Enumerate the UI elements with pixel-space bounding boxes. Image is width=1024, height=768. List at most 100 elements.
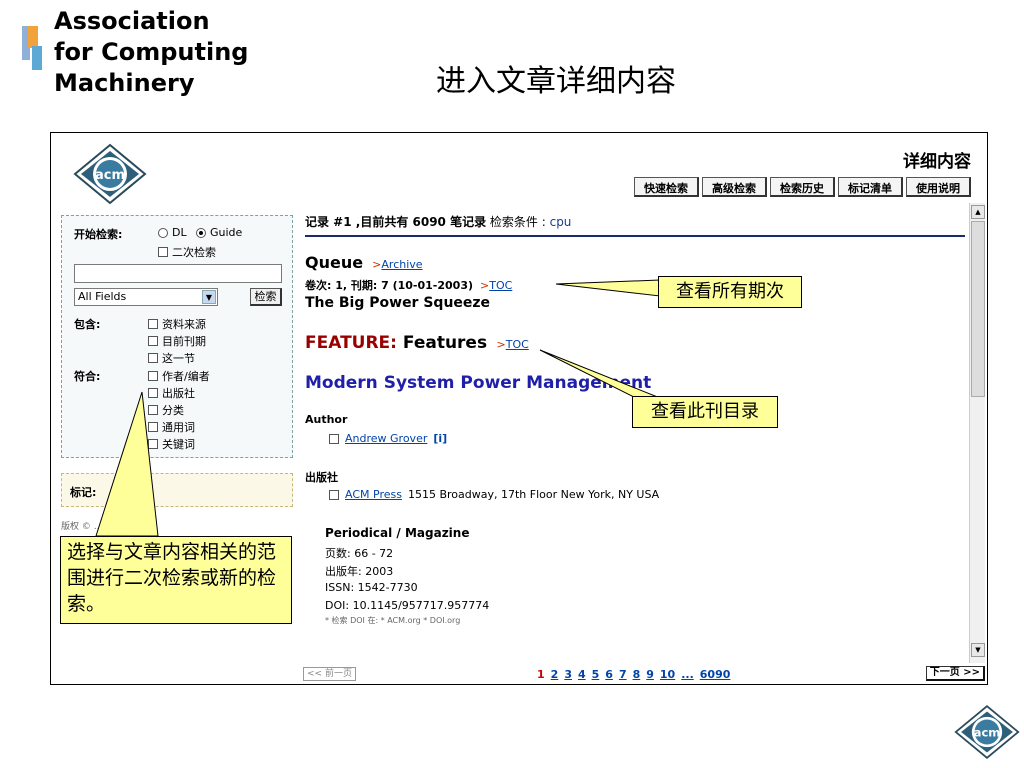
issue-toc-link[interactable]: TOC: [489, 279, 512, 292]
feature-label: FEATURE:: [305, 333, 397, 353]
doi: DOI: 10.1145/957717.957774: [325, 599, 490, 612]
org-name-line-3: Machinery: [54, 69, 195, 97]
next-page-button[interactable]: 下一页 >>: [925, 666, 985, 681]
article-heading: Modern System Power Management: [305, 373, 652, 393]
callout-refine-search: 选择与文章内容相关的范围进行二次检索或新的检索。: [60, 536, 292, 624]
search-button[interactable]: 检索: [250, 288, 282, 306]
scope-guide-radio[interactable]: Guide: [196, 226, 242, 239]
nav-search-history-button[interactable]: 检索历史: [770, 177, 835, 197]
acm-logo-footer: acm: [954, 704, 1020, 760]
issn: ISSN: 1542-7730: [325, 581, 418, 594]
page-link[interactable]: ...: [681, 668, 694, 681]
app-header: acm 详细内容 快速检索 高级检索 检索历史 标记清单 使用说明: [51, 133, 987, 205]
page-link[interactable]: 4: [578, 668, 586, 681]
doi-links[interactable]: * 检索 DOI 在: * ACM.org * DOI.org: [325, 615, 460, 626]
match-label: 符合:: [74, 370, 101, 383]
issue-info: 卷次: 1, 刊期: 7 (10-01-2003): [305, 279, 474, 292]
page-link[interactable]: 6: [605, 668, 613, 681]
search-input[interactable]: [74, 264, 282, 283]
publication-title[interactable]: Queue: [305, 253, 363, 272]
secondary-search-checkbox[interactable]: 二次检索: [158, 244, 216, 260]
record-count: 记录 #1 ,目前共有 6090 笔记录: [305, 215, 487, 229]
chevron-down-icon[interactable]: ▼: [202, 290, 216, 304]
record-summary: 记录 #1 ,目前共有 6090 笔记录 检索条件 : cpu: [305, 213, 571, 230]
nav-marked-list-button[interactable]: 标记清单: [838, 177, 903, 197]
scroll-down-icon[interactable]: ▼: [971, 643, 985, 657]
match-publisher-checkbox[interactable]: 出版社: [148, 385, 195, 401]
author-row: Andrew Grover [i]: [329, 432, 447, 445]
pager: << 前一页 1 2 3 4 5 6 7 8 9 10 ... 6090 下一页…: [299, 663, 987, 683]
feature-line: FEATURE: Features >TOC: [305, 333, 529, 353]
publication-type: Periodical / Magazine: [325, 526, 470, 540]
page-link[interactable]: 10: [660, 668, 675, 681]
field-select[interactable]: All Fields ▼: [74, 288, 218, 306]
match-keywords-checkbox[interactable]: 关键词: [148, 436, 195, 452]
copyright-footer: 版权 © ... Group.: [61, 522, 136, 532]
content-scrollbar[interactable]: ▲ ▼: [969, 203, 985, 663]
page-range: 页数: 66 - 72: [325, 547, 394, 560]
acm-logo[interactable]: acm: [73, 143, 147, 205]
include-source-checkbox[interactable]: 资料来源: [148, 316, 206, 332]
nav-bar: 快速检索 高级检索 检索历史 标记清单 使用说明: [634, 177, 971, 197]
page-link-last[interactable]: 6090: [700, 668, 731, 681]
slide-title: 进入文章详细内容: [436, 64, 676, 99]
include-current-issue-checkbox[interactable]: 目前刊期: [148, 333, 206, 349]
author-checkbox[interactable]: [329, 433, 339, 444]
feature-toc-link[interactable]: TOC: [506, 338, 529, 351]
publisher-label: 出版社: [305, 471, 338, 484]
search-box: 开始检索: DL Guide 二次检索 All Fields ▼ 检索 包含: …: [61, 215, 293, 458]
nav-quick-search-button[interactable]: 快速检索: [634, 177, 699, 197]
archive-link[interactable]: Archive: [381, 258, 422, 271]
scope-dl-radio[interactable]: DL: [158, 226, 187, 239]
page-link-current[interactable]: 1: [537, 668, 545, 681]
search-condition-label: 检索条件 :: [489, 215, 550, 229]
scroll-thumb[interactable]: [971, 221, 985, 397]
author-link[interactable]: Andrew Grover: [345, 432, 427, 445]
org-logo-bars: [22, 26, 42, 72]
scroll-up-icon[interactable]: ▲: [971, 205, 985, 219]
match-author-checkbox[interactable]: 作者/编者: [148, 368, 210, 384]
match-category-checkbox[interactable]: 分类: [148, 402, 184, 418]
nav-help-button[interactable]: 使用说明: [906, 177, 971, 197]
issue-line: 卷次: 1, 刊期: 7 (10-01-2003) >TOC: [305, 279, 513, 292]
callout-all-issues: 查看所有期次: [658, 276, 802, 308]
article-title: The Big Power Squeeze: [305, 295, 491, 311]
page-link[interactable]: 7: [619, 668, 627, 681]
page-heading: 详细内容: [903, 152, 971, 172]
publisher-checkbox[interactable]: [329, 489, 339, 500]
start-search-label: 开始检索:: [74, 228, 123, 241]
include-label: 包含:: [74, 318, 101, 331]
publisher-row: ACM Press 1515 Broadway, 17th Floor New …: [329, 488, 659, 501]
svg-text:acm: acm: [95, 168, 125, 183]
publication-year: 出版年: 2003: [325, 565, 394, 578]
mark-label: 标记:: [70, 486, 97, 499]
page-link[interactable]: 2: [551, 668, 559, 681]
divider: [305, 235, 965, 237]
page-links: 1 2 3 4 5 6 7 8 9 10 ... 6090: [537, 668, 730, 681]
match-general-terms-checkbox[interactable]: 通用词: [148, 419, 195, 435]
page-link[interactable]: 8: [633, 668, 641, 681]
radio-selected-icon[interactable]: [196, 227, 206, 238]
svg-text:acm: acm: [974, 725, 1001, 739]
publisher-address: 1515 Broadway, 17th Floor New York, NY U…: [407, 488, 660, 501]
prev-page-button[interactable]: << 前一页: [303, 667, 356, 681]
search-condition-value: cpu: [549, 215, 572, 229]
mark-box: 标记:: [61, 473, 293, 507]
publisher-link[interactable]: ACM Press: [345, 488, 402, 501]
org-name-line-2: for Computing: [54, 38, 249, 66]
nav-advanced-search-button[interactable]: 高级检索: [702, 177, 767, 197]
org-name: Association for Computing Machinery: [54, 6, 248, 99]
include-section-checkbox[interactable]: 这一节: [148, 350, 195, 366]
author-label: Author: [305, 413, 348, 426]
org-name-line-1: Association: [54, 7, 210, 35]
record-content: 记录 #1 ,目前共有 6090 笔记录 检索条件 : cpu Queue >A…: [299, 203, 969, 653]
info-icon[interactable]: [i]: [433, 432, 447, 445]
publication-line: Queue >Archive: [305, 253, 423, 272]
feature-title: Features: [402, 333, 488, 353]
page-link[interactable]: 5: [592, 668, 600, 681]
checkbox-icon[interactable]: [158, 247, 168, 257]
radio-icon[interactable]: [158, 227, 168, 238]
page-link[interactable]: 3: [564, 668, 572, 681]
callout-toc: 查看此刊目录: [632, 396, 778, 428]
page-link[interactable]: 9: [646, 668, 654, 681]
